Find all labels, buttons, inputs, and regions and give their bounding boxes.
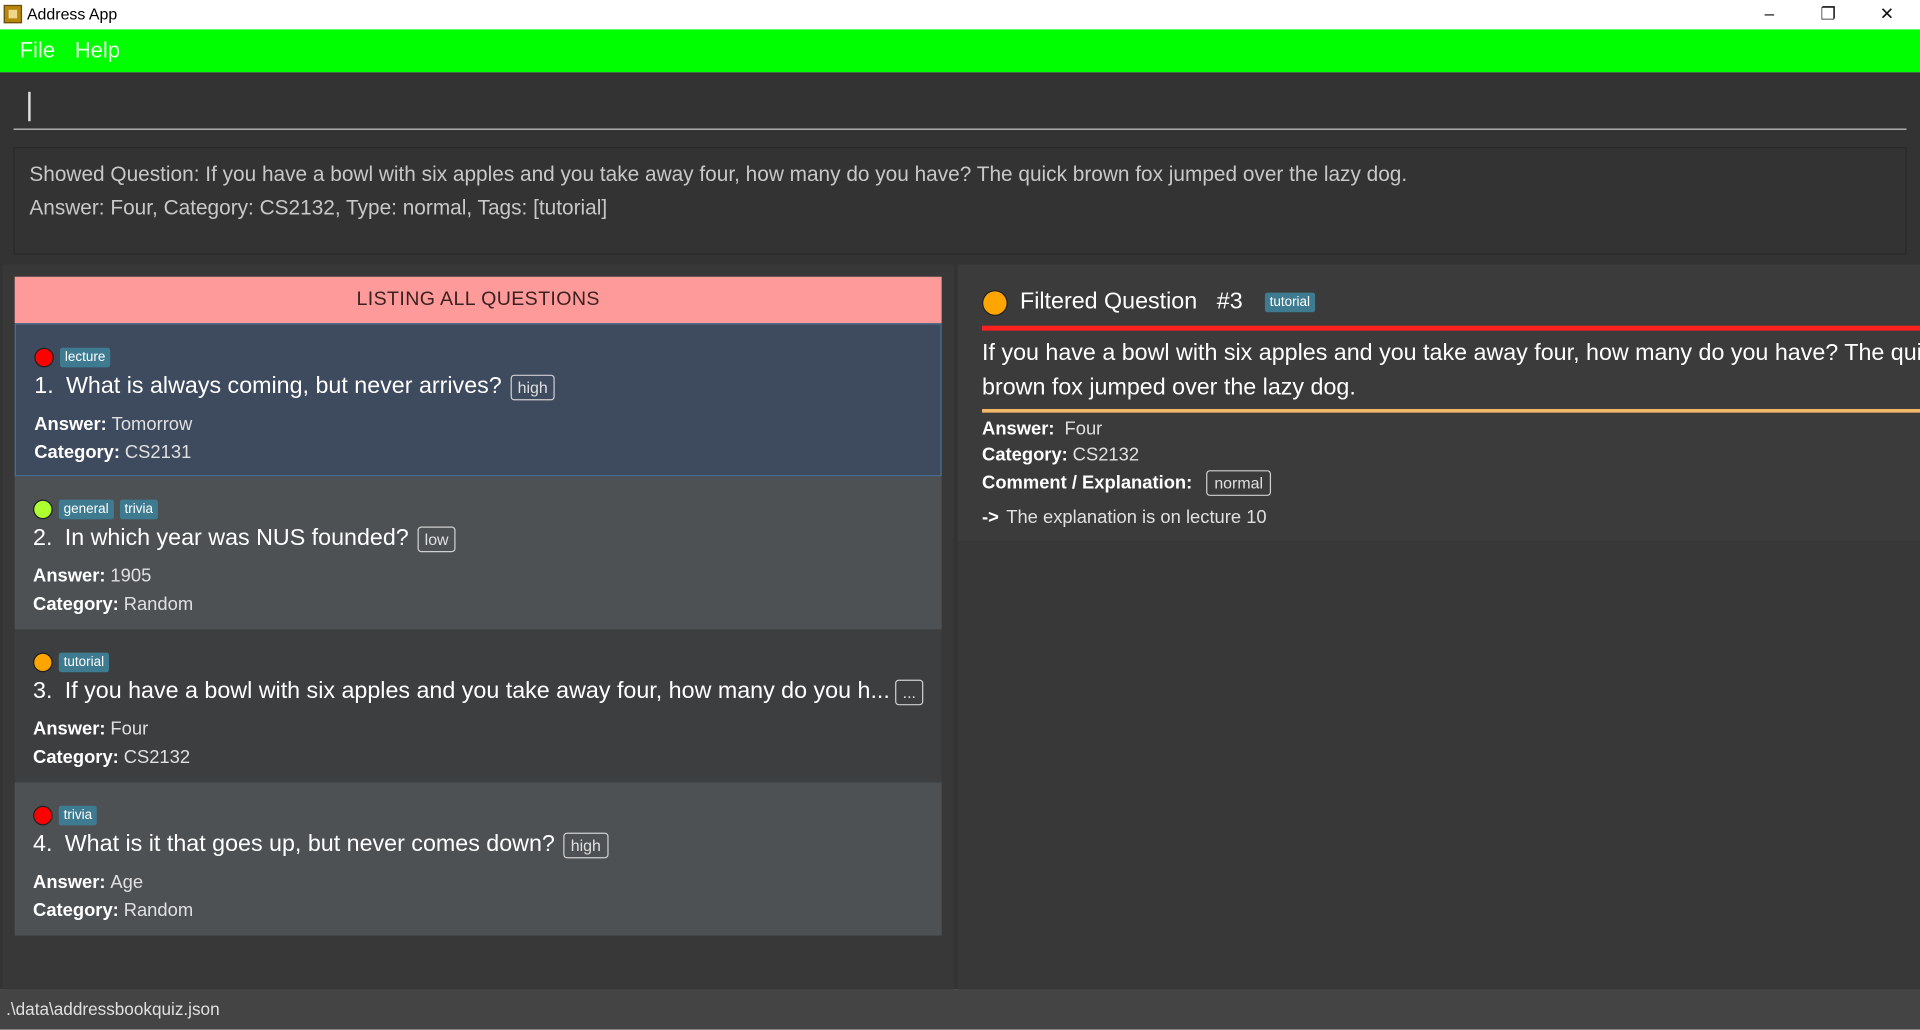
question-card[interactable]: general trivia 2. In which year was NUS … xyxy=(14,476,942,630)
maximize-button[interactable]: ❐ xyxy=(1800,0,1856,29)
tag-badge: general xyxy=(58,499,114,520)
tag-badge: trivia xyxy=(119,499,158,520)
answer-label: Answer: xyxy=(33,565,106,587)
menu-bar: File Help xyxy=(0,29,1920,73)
question-number: 3. xyxy=(33,678,53,705)
detail-question: If you have a bowl with six apples and y… xyxy=(982,337,1920,406)
difficulty-badge: high xyxy=(563,832,609,858)
window-title: Address App xyxy=(26,4,118,24)
question-detail-panel: Filtered Question #3 tutorial If you hav… xyxy=(957,264,1920,990)
answer-label: Answer: xyxy=(33,718,106,740)
category-label: Category: xyxy=(982,444,1068,466)
answer-value: Four xyxy=(1064,418,1103,440)
title-bar: Address App – ❐ ✕ xyxy=(0,0,1920,30)
question-text: What is it that goes up, but never comes… xyxy=(64,831,555,858)
difficulty-badge: high xyxy=(510,374,556,400)
menu-file[interactable]: File xyxy=(20,38,56,64)
status-dot-icon xyxy=(33,499,53,520)
category-label: Category: xyxy=(33,746,119,768)
difficulty-badge: ... xyxy=(895,678,924,705)
close-button[interactable]: ✕ xyxy=(1859,0,1915,29)
detail-question-line-2: brown fox jumped over the lazy dog. xyxy=(982,374,1356,401)
status-dot-icon xyxy=(34,347,54,368)
detail-title: Filtered Question xyxy=(1020,288,1198,315)
category-value: CS2132 xyxy=(1072,444,1140,466)
tag-badge: tutorial xyxy=(58,652,110,673)
answer-value: Age xyxy=(110,871,144,893)
status-dot-icon xyxy=(33,805,53,826)
category-value: Random xyxy=(123,900,194,921)
question-card[interactable]: tutorial 3. If you have a bowl with six … xyxy=(14,629,942,783)
answer-value: Four xyxy=(110,718,149,740)
answer-label: Answer: xyxy=(33,871,106,893)
category-value: CS2132 xyxy=(123,746,191,768)
answer-label: Answer: xyxy=(982,418,1055,440)
tag-badge: trivia xyxy=(58,805,98,826)
arrow-icon: -> xyxy=(982,506,999,528)
category-value: Random xyxy=(123,593,194,615)
minimize-button[interactable]: – xyxy=(1741,0,1797,29)
tag-badge: tutorial xyxy=(1264,292,1315,313)
explanation-text: The explanation is on lecture 10 xyxy=(1006,506,1267,528)
app-icon xyxy=(3,4,23,24)
status-bar: .\data\addressbookquiz.json xyxy=(0,989,1920,1030)
question-number: 1. xyxy=(34,373,54,400)
type-badge: normal xyxy=(1205,470,1272,496)
question-text: What is always coming, but never arrives… xyxy=(65,373,502,400)
result-line-1: Showed Question: If you have a bowl with… xyxy=(29,162,1408,187)
answer-label: Answer: xyxy=(34,413,107,435)
command-input[interactable] xyxy=(13,84,1907,130)
file-path: .\data\addressbookquiz.json xyxy=(6,999,220,1019)
question-text: If you have a bowl with six apples and y… xyxy=(64,678,890,705)
question-text: In which year was NUS founded? xyxy=(64,525,409,552)
difficulty-badge: low xyxy=(417,525,456,552)
detail-number: #3 xyxy=(1216,288,1243,315)
tag-badge: lecture xyxy=(60,347,111,368)
status-dot-icon xyxy=(33,652,53,673)
result-line-2: Answer: Four, Category: CS2132, Type: no… xyxy=(29,195,608,220)
question-number: 2. xyxy=(33,525,53,552)
question-list-panel: LISTING ALL QUESTIONS lecture 1. What is… xyxy=(2,264,954,990)
text-caret xyxy=(28,91,31,122)
category-label: Category: xyxy=(34,442,121,463)
question-card[interactable]: trivia 4. What is it that goes up, but n… xyxy=(14,782,942,936)
menu-help[interactable]: Help xyxy=(75,38,120,64)
list-header: LISTING ALL QUESTIONS xyxy=(14,276,942,324)
category-label: Category: xyxy=(33,900,119,921)
category-label: Category: xyxy=(33,593,119,615)
main-area: Showed Question: If you have a bowl with… xyxy=(0,72,1920,990)
status-dot-icon xyxy=(982,289,1008,316)
answer-value: Tomorrow xyxy=(111,413,193,435)
detail-question-line-1: If you have a bowl with six apples and y… xyxy=(982,340,1920,367)
divider-orange xyxy=(982,408,1920,413)
comment-label: Comment / Explanation: xyxy=(982,472,1193,494)
category-value: CS2131 xyxy=(124,442,192,463)
answer-value: 1905 xyxy=(110,565,152,587)
result-display: Showed Question: If you have a bowl with… xyxy=(13,146,1907,255)
divider-red xyxy=(982,325,1920,331)
question-number: 4. xyxy=(33,831,53,858)
question-card[interactable]: lecture 1. What is always coming, but ne… xyxy=(14,323,942,477)
